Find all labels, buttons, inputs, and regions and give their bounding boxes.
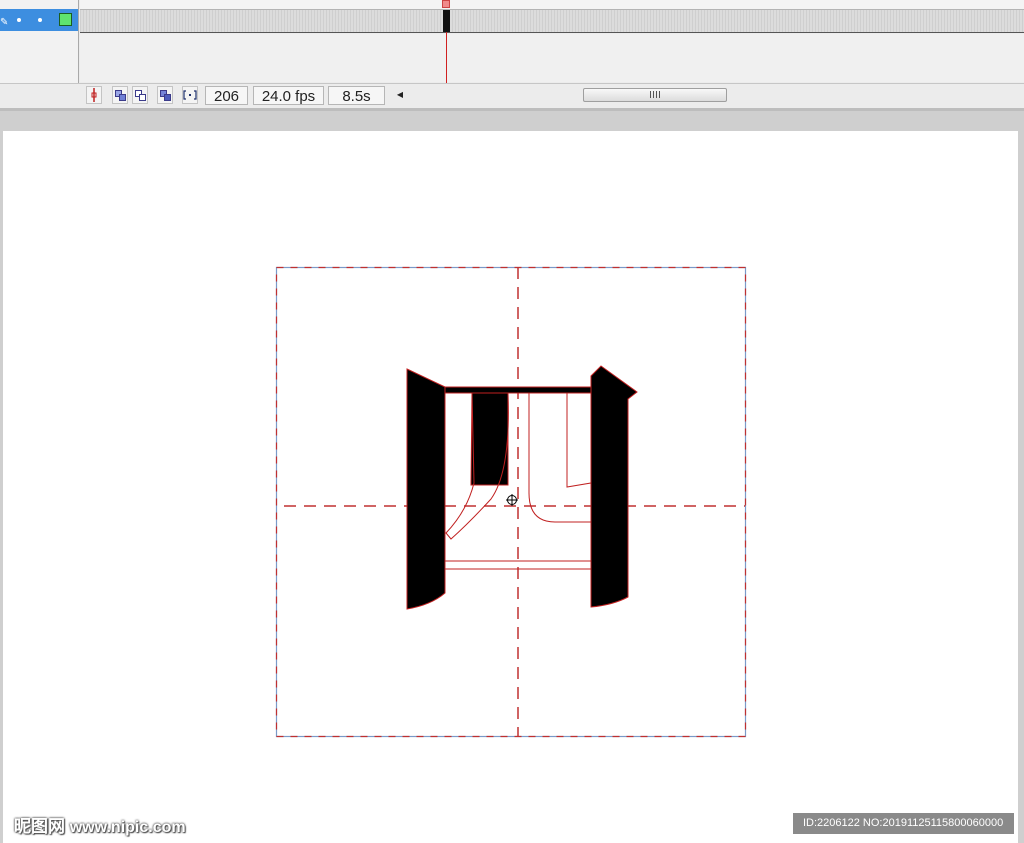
center-frame-button[interactable] <box>86 86 102 104</box>
onion-skin-icon-part <box>119 94 126 101</box>
current-frame-field[interactable]: 206 <box>205 86 248 105</box>
stage-canvas[interactable] <box>3 131 1018 843</box>
site-url: www.nipic.com <box>69 819 186 836</box>
outline-box-icon[interactable] <box>59 13 72 26</box>
eye-dot-icon[interactable] <box>17 18 21 22</box>
elapsed-time-field: 8.5s <box>328 86 385 105</box>
frame-ruler[interactable] <box>80 0 1024 10</box>
onion-outline-icon-part <box>139 94 146 101</box>
onion-skin-outlines-button[interactable] <box>132 86 148 104</box>
site-watermark: 昵图网 www.nipic.com <box>14 812 186 837</box>
horizontal-scrollbar-thumb[interactable] <box>583 88 727 102</box>
frame-track[interactable] <box>80 10 1024 33</box>
timeline-panel: ✎ 206 24.0 fps 8.5s ◀ <box>0 0 1024 108</box>
pencil-icon: ✎ <box>0 17 9 28</box>
character-si-outline <box>406 365 638 610</box>
glyph-artwork <box>275 266 747 738</box>
modify-markers-button[interactable] <box>182 86 198 104</box>
layer-row[interactable]: ✎ <box>0 9 78 31</box>
playhead-handle[interactable] <box>442 0 450 8</box>
frame-rate-field[interactable]: 24.0 fps <box>253 86 324 105</box>
image-id-watermark: ID:2206122 NO:20191125115800060000 <box>793 813 1014 834</box>
edit-multiple-icon-part <box>164 94 171 101</box>
grip-icon <box>650 91 660 98</box>
site-name: 昵图网 <box>14 817 65 836</box>
onion-skin-button[interactable] <box>112 86 128 104</box>
panel-divider[interactable] <box>0 108 1024 111</box>
edit-multiple-frames-button[interactable] <box>157 86 173 104</box>
playhead-line <box>446 32 447 83</box>
center-frame-icon <box>91 88 97 102</box>
lock-dot-icon[interactable] <box>38 18 42 22</box>
registration-point-icon[interactable] <box>506 494 518 506</box>
scroll-left-icon[interactable]: ◀ <box>394 88 406 102</box>
current-keyframe[interactable] <box>443 10 450 32</box>
markers-icon <box>183 90 197 100</box>
timeline-toolbar: 206 24.0 fps 8.5s ◀ <box>0 83 1024 108</box>
timeline-empty-area[interactable] <box>80 34 1024 82</box>
